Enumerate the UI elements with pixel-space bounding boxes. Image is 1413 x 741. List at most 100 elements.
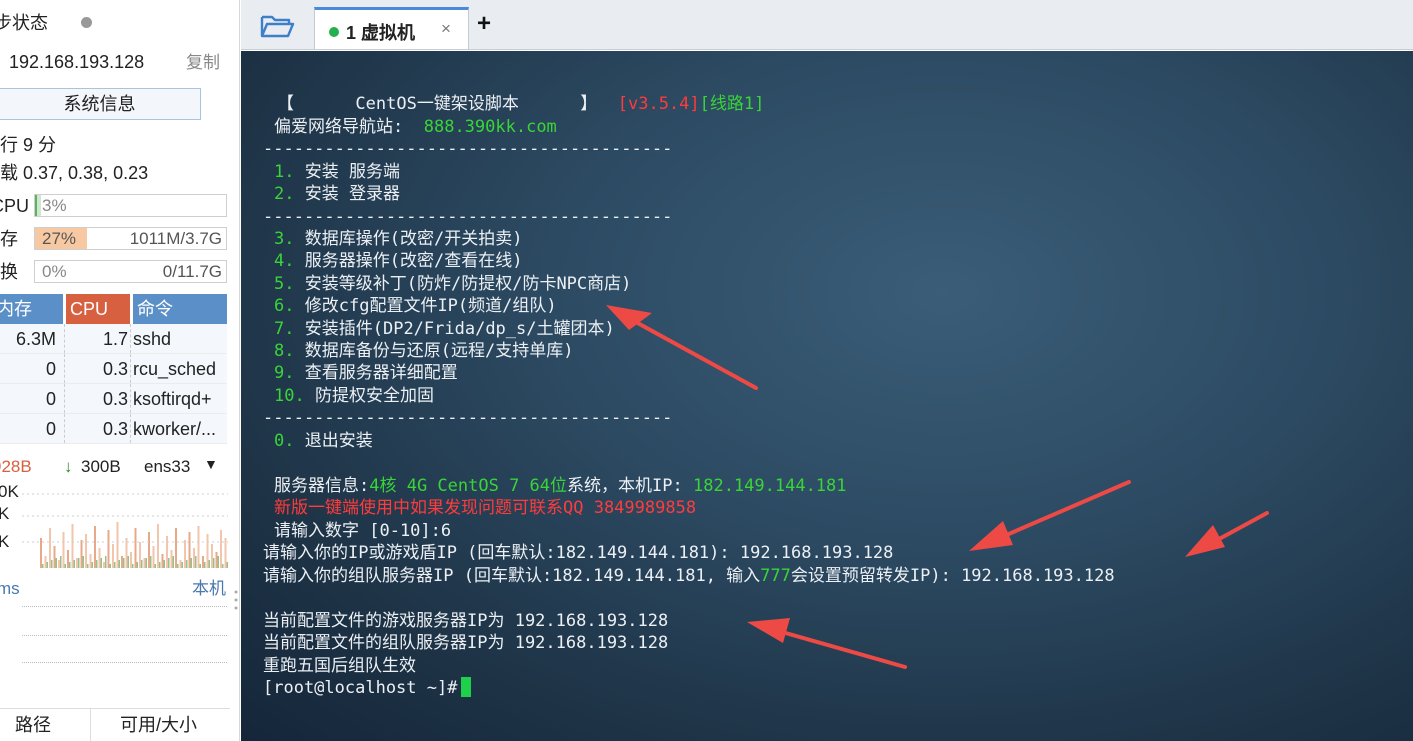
process-row[interactable]: 0 0.3 rcu_sched: [0, 354, 227, 384]
process-cpu: 0.3: [102, 359, 128, 379]
menu-text: 安装 登录器: [304, 184, 400, 204]
process-row[interactable]: 0 0.3 kworker/...: [0, 414, 227, 444]
system-info-button[interactable]: 系统信息: [0, 88, 201, 120]
arrow-to-result-lines: [747, 618, 907, 669]
notice-line: 新版一键端使用中如果发现问题可联系QQ 3849989858: [274, 498, 697, 518]
tab-virtual-machine[interactable]: 1 虚拟机 ×: [314, 7, 469, 49]
title-bracket: 】: [580, 94, 598, 114]
close-icon[interactable]: ×: [441, 19, 451, 39]
traffic-bar: [206, 534, 209, 568]
traffic-bar: [199, 564, 201, 568]
traffic-bar: [40, 538, 42, 568]
traffic-bar: [121, 556, 123, 568]
traffic-bar: [127, 556, 129, 568]
traffic-bar: [204, 562, 206, 568]
column-header-command[interactable]: 命令: [133, 294, 227, 324]
traffic-bar: [170, 550, 173, 568]
arrow-to-team-ip: [1185, 511, 1269, 557]
menu-text: 安装插件(DP2/Frida/dp_s/土罐团本): [304, 319, 615, 339]
traffic-bar: [78, 558, 80, 568]
menu-item: 4. 服务器操作(改密/查看在线): [274, 250, 522, 272]
upload-rate: 928B: [0, 457, 32, 476]
arrow-to-game-ip: [969, 480, 1131, 551]
terminal-output[interactable]: 【 CentOS一键架设脚本 】 [v3.5.4][线路1] 偏爱网络导航站: …: [241, 51, 1413, 741]
process-command: rcu_sched: [133, 359, 217, 379]
traffic-bar: [195, 556, 197, 568]
connected-status-dot-icon: [329, 27, 339, 37]
shell-prompt-line[interactable]: [root@localhost ~]#: [263, 677, 472, 699]
traffic-bar: [220, 530, 222, 568]
system-monitor-panel: 同步状态 192.168.193.128 复制 系统信息 运行 9 分 负载 0…: [0, 0, 240, 741]
traffic-bar: [166, 536, 168, 568]
latency-unit-label: ms: [0, 579, 20, 598]
traffic-bar: [181, 562, 183, 568]
process-row[interactable]: 6.3M 1.7 sshd: [0, 324, 227, 354]
network-stats-row: 928B ↓ 300B ens33 ▼: [0, 456, 230, 481]
process-memory: 0: [45, 419, 56, 439]
server-ip: 182.149.144.181: [692, 476, 847, 496]
column-header-available-size[interactable]: 可用/大小: [120, 709, 197, 741]
graph-axis-label: K: [0, 504, 9, 524]
separator-line: ----------------------------------------: [263, 139, 673, 159]
folder-open-icon[interactable]: [259, 12, 295, 40]
traffic-bar: [46, 562, 48, 568]
plus-icon[interactable]: +: [477, 11, 491, 37]
prompt-team-ip-text: 请输入你的组队服务器IP (回车默认:182.149.144.181, 输入: [263, 566, 761, 586]
copy-ip-button[interactable]: 复制: [186, 52, 220, 74]
nav-url: 888.390kk.com: [423, 117, 557, 137]
traffic-bar: [150, 556, 152, 568]
menu-item: 9. 查看服务器详细配置: [274, 362, 458, 384]
process-memory: 0: [45, 389, 56, 409]
disk-table-header: 路径 可用/大小: [0, 708, 230, 741]
traffic-bar: [141, 560, 143, 568]
menu-number: 4.: [274, 251, 295, 271]
traffic-bar: [161, 554, 164, 568]
process-row[interactable]: 0 0.3 ksoftirqd+: [0, 384, 227, 414]
latency-host-label[interactable]: 本机: [192, 578, 226, 600]
column-header-path[interactable]: 路径: [15, 709, 51, 741]
traffic-bar: [172, 556, 174, 568]
column-header-memory[interactable]: 内存: [0, 294, 63, 324]
traffic-bar: [64, 564, 66, 568]
chevron-down-icon[interactable]: ▼: [204, 456, 218, 472]
menu-number: 7.: [274, 319, 295, 339]
traffic-bar: [202, 556, 204, 568]
process-memory: 0: [45, 359, 56, 379]
traffic-bar: [197, 526, 200, 568]
traffic-bar: [186, 560, 188, 568]
traffic-bar: [91, 562, 93, 568]
traffic-bar: [103, 562, 105, 568]
network-interface-select[interactable]: ens33: [144, 457, 190, 477]
menu-number: 2.: [274, 184, 295, 204]
traffic-bar: [154, 564, 156, 568]
menu-text: 安装 服务端: [304, 162, 400, 182]
traffic-bar: [123, 558, 125, 568]
traffic-bar: [179, 560, 182, 568]
traffic-bar: [94, 526, 96, 568]
traffic-bar: [145, 558, 147, 568]
script-route: [线路1]: [699, 94, 765, 114]
traffic-bar: [116, 522, 119, 568]
traffic-bar: [213, 558, 215, 568]
process-command: sshd: [133, 329, 172, 349]
traffic-bar: [159, 562, 161, 568]
panel-splitter-handle[interactable]: [233, 588, 239, 614]
server-info-label: 服务器信息:: [274, 476, 370, 496]
prompt-team-ip-text: 会设置预留转发IP): 192.168.193.128: [790, 566, 1115, 586]
prompt-team-ip-code: 777: [760, 566, 791, 586]
separator-line: ----------------------------------------: [263, 207, 673, 227]
traffic-bar: [188, 532, 191, 568]
swap-usage-percent: 0%: [42, 262, 67, 281]
traffic-bar: [71, 524, 74, 568]
traffic-bar: [168, 558, 170, 568]
download-arrow-icon: ↓: [64, 457, 73, 476]
column-header-cpu[interactable]: CPU: [66, 294, 130, 324]
result-team-ip-line: 当前配置文件的组队服务器IP为 192.168.193.128: [263, 633, 669, 653]
traffic-bar: [60, 556, 62, 568]
column-divider: [130, 414, 131, 443]
menu-item: 5. 安装等级补丁(防炸/防提权/防卡NPC商店): [274, 273, 631, 295]
traffic-bar: [67, 550, 69, 568]
menu-text: 防提权安全加固: [314, 386, 434, 406]
traffic-bar: [134, 528, 137, 568]
latency-gridline: [22, 635, 227, 636]
